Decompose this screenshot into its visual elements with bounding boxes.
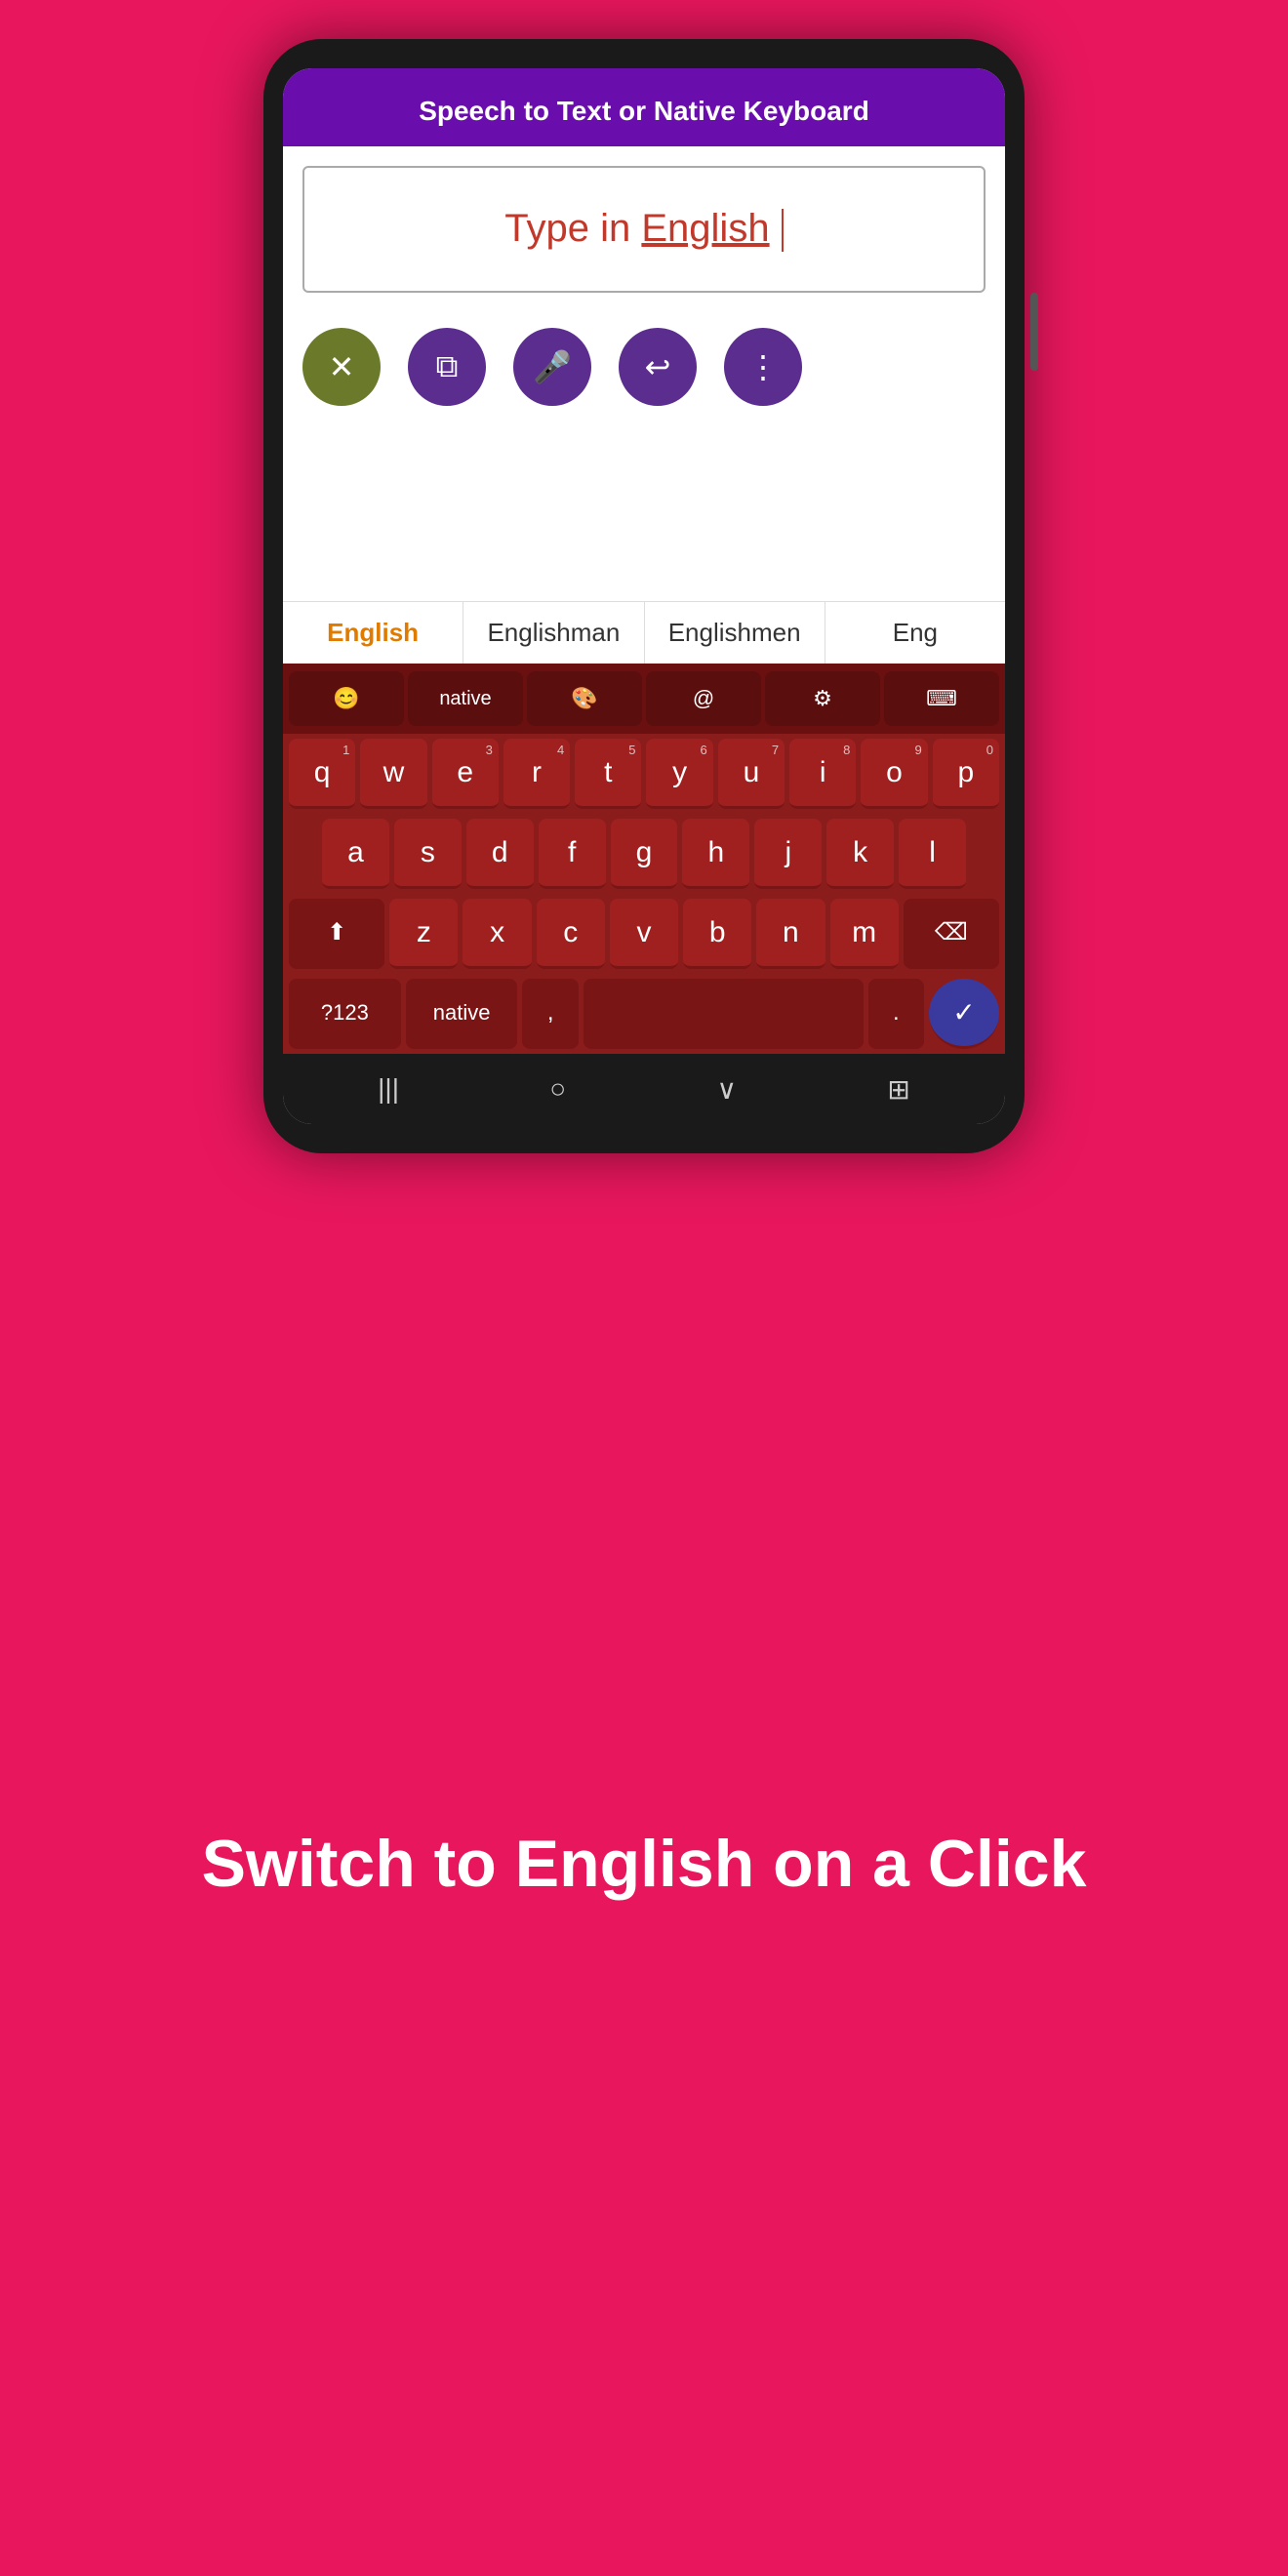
key-d[interactable]: d: [466, 819, 534, 889]
key-s[interactable]: s: [394, 819, 462, 889]
period-key[interactable]: .: [868, 979, 924, 1049]
key-b[interactable]: b: [683, 899, 751, 969]
nav-home-button[interactable]: ○: [549, 1073, 566, 1105]
key-n[interactable]: n: [756, 899, 825, 969]
key-c[interactable]: c: [537, 899, 605, 969]
mic-icon: 🎤: [533, 348, 572, 385]
key-k[interactable]: k: [826, 819, 894, 889]
keyboard-icon: ⌨: [926, 686, 957, 711]
backspace-icon: ⌫: [935, 918, 968, 946]
settings-icon: ⚙: [813, 686, 832, 711]
mic-button[interactable]: 🎤: [513, 328, 591, 406]
native-key-top[interactable]: native: [408, 671, 523, 726]
emoji-key[interactable]: 😊: [289, 671, 404, 726]
suggestion-englishmen[interactable]: Englishmen: [645, 602, 825, 664]
type-in-label: Type in: [504, 207, 641, 250]
phone-screen: Speech to Text or Native Keyboard Type i…: [283, 68, 1005, 1124]
nav-back-button[interactable]: |||: [378, 1073, 399, 1105]
symbols-key[interactable]: ?123: [289, 979, 401, 1049]
text-box[interactable]: Type in English: [302, 166, 986, 293]
key-e[interactable]: 3e: [432, 739, 499, 809]
side-button: [1030, 293, 1038, 371]
bottom-text-area: Switch to English on a Click: [124, 1153, 1165, 2576]
key-h[interactable]: h: [682, 819, 749, 889]
content-spacer: [283, 425, 1005, 601]
language-word: English: [641, 207, 769, 250]
delete-button[interactable]: ✕: [302, 328, 381, 406]
key-j[interactable]: j: [754, 819, 822, 889]
comma-key[interactable]: ,: [522, 979, 578, 1049]
copy-button[interactable]: ⧉: [408, 328, 486, 406]
keyboard-row-2: a s d f g h j k l: [283, 814, 1005, 894]
key-r[interactable]: 4r: [503, 739, 570, 809]
at-icon: @: [693, 686, 714, 711]
suggestion-eng[interactable]: Eng: [825, 602, 1005, 664]
recent-icon: ∨: [717, 1074, 738, 1105]
undo-button[interactable]: ↩: [619, 328, 697, 406]
key-l[interactable]: l: [899, 819, 966, 889]
checkmark-icon: ✓: [952, 996, 975, 1028]
delete-icon: ✕: [329, 348, 355, 385]
key-q[interactable]: 1q: [289, 739, 355, 809]
app-header-title: Speech to Text or Native Keyboard: [312, 96, 976, 127]
phone-frame: Speech to Text or Native Keyboard Type i…: [263, 39, 1025, 1153]
text-box-content: Type in English: [504, 207, 783, 252]
keyboard: 😊 native 🎨 @ ⚙ ⌨ 1q: [283, 664, 1005, 1054]
keyboard-row-3: ⬆ z x c v b n m ⌫: [283, 894, 1005, 974]
key-o[interactable]: 9o: [861, 739, 927, 809]
suggestion-englishman[interactable]: Englishman: [463, 602, 644, 664]
home-icon: ○: [549, 1073, 566, 1104]
keyboard-switch-icon: ⊞: [887, 1074, 909, 1105]
shift-icon: ⬆: [327, 918, 346, 946]
bottom-headline: Switch to English on a Click: [202, 1825, 1087, 1905]
nav-recent-button[interactable]: ∨: [717, 1073, 738, 1106]
emoji-icon: 😊: [333, 686, 359, 711]
key-m[interactable]: m: [830, 899, 899, 969]
keyboard-row-1: 1q w 3e 4r 5t 6y 7u 8i 9o 0p: [283, 734, 1005, 814]
suggestions-bar: English Englishman Englishmen Eng: [283, 601, 1005, 664]
key-w[interactable]: w: [360, 739, 426, 809]
settings-key[interactable]: ⚙: [765, 671, 880, 726]
nav-keyboard-button[interactable]: ⊞: [887, 1073, 909, 1106]
key-g[interactable]: g: [611, 819, 678, 889]
app-header: Speech to Text or Native Keyboard: [283, 68, 1005, 146]
at-key[interactable]: @: [646, 671, 761, 726]
cursor: [782, 209, 784, 252]
copy-icon: ⧉: [436, 348, 459, 385]
enter-key[interactable]: ✓: [929, 979, 999, 1049]
back-icon: |||: [378, 1073, 399, 1104]
suggestion-english[interactable]: English: [283, 602, 463, 664]
nav-bar: ||| ○ ∨ ⊞: [283, 1054, 1005, 1124]
keyboard-switch-key[interactable]: ⌨: [884, 671, 999, 726]
key-f[interactable]: f: [539, 819, 606, 889]
text-input-area: Type in English: [283, 146, 1005, 312]
keyboard-row-4: ?123 native , . ✓: [283, 974, 1005, 1054]
space-key[interactable]: [584, 979, 864, 1049]
action-buttons-row: ✕ ⧉ 🎤 ↩ ⋮: [283, 312, 1005, 425]
share-button[interactable]: ⋮: [724, 328, 802, 406]
key-v[interactable]: v: [610, 899, 678, 969]
key-u[interactable]: 7u: [718, 739, 785, 809]
key-y[interactable]: 6y: [646, 739, 712, 809]
key-z[interactable]: z: [389, 899, 458, 969]
keyboard-tool-row: 😊 native 🎨 @ ⚙ ⌨: [283, 664, 1005, 734]
palette-icon: 🎨: [571, 686, 597, 711]
key-x[interactable]: x: [463, 899, 531, 969]
key-t[interactable]: 5t: [575, 739, 641, 809]
key-a[interactable]: a: [322, 819, 389, 889]
key-p[interactable]: 0p: [933, 739, 999, 809]
palette-key[interactable]: 🎨: [527, 671, 642, 726]
shift-key[interactable]: ⬆: [289, 899, 384, 969]
native-key[interactable]: native: [406, 979, 518, 1049]
key-i[interactable]: 8i: [789, 739, 856, 809]
undo-icon: ↩: [645, 348, 671, 385]
share-icon: ⋮: [747, 348, 779, 385]
backspace-key[interactable]: ⌫: [904, 899, 999, 969]
